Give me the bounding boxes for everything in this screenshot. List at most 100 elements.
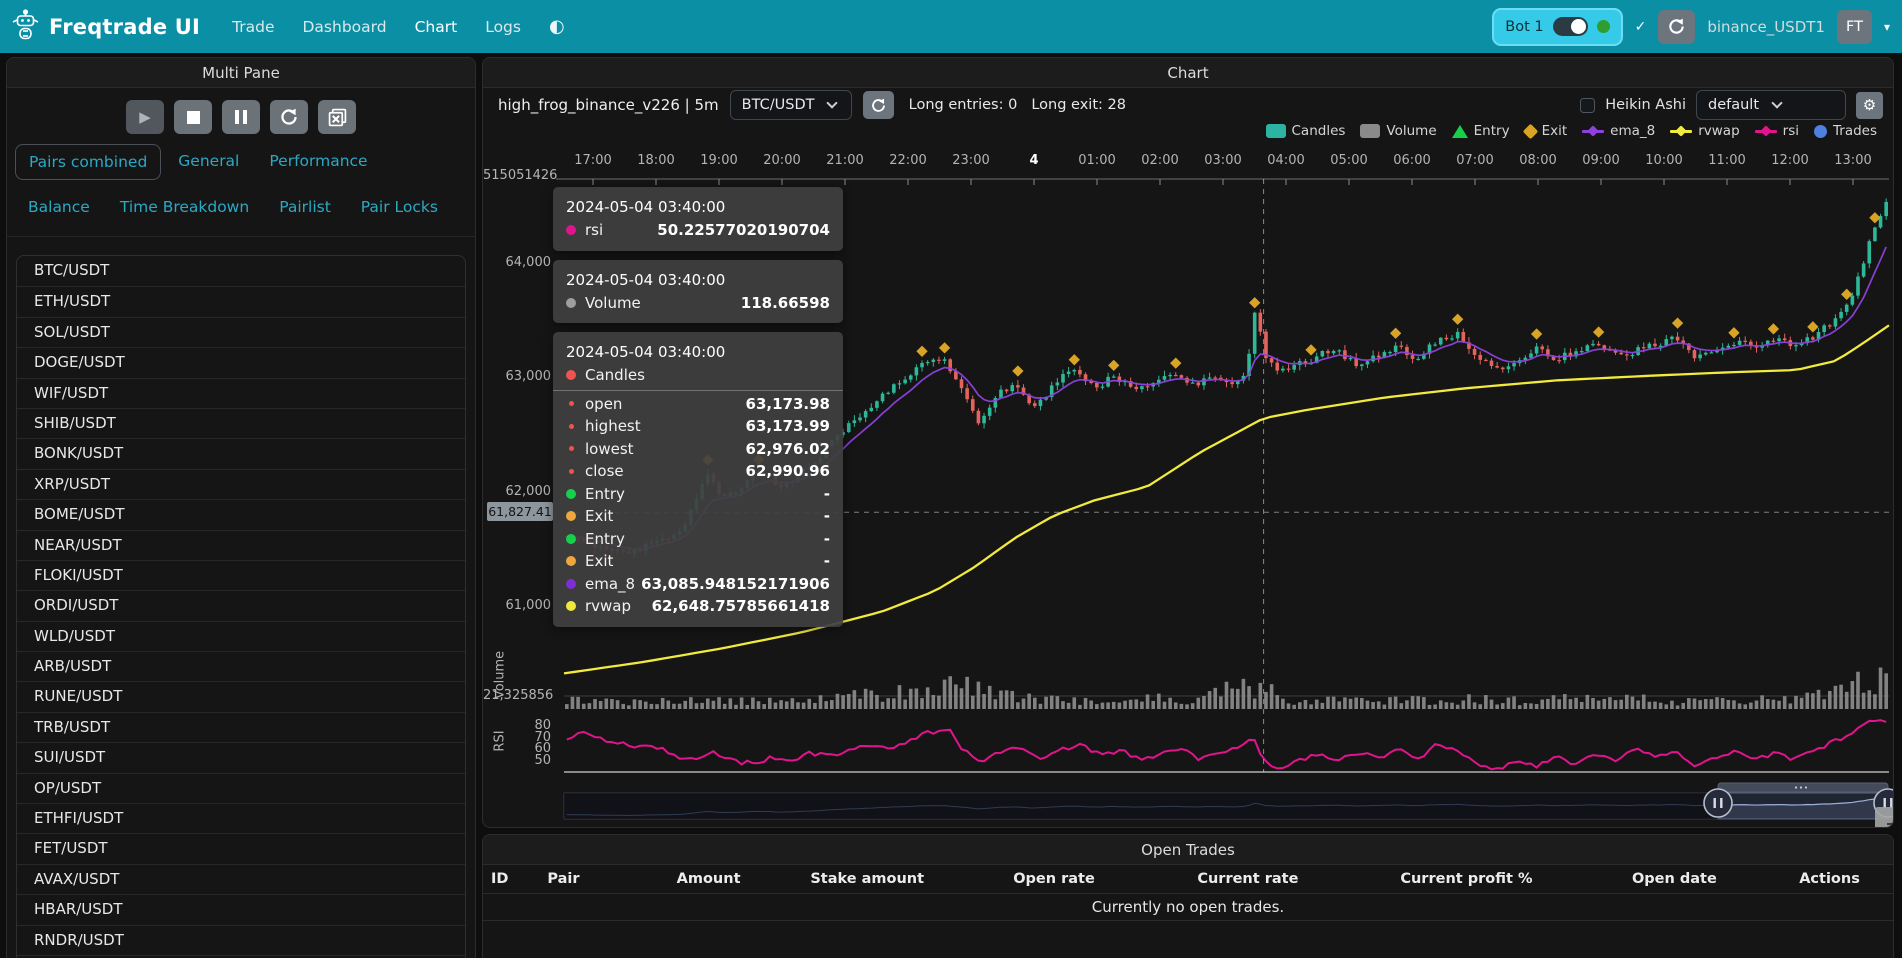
user-avatar[interactable]: FT — [1837, 10, 1872, 44]
bot-toggle[interactable] — [1553, 17, 1588, 36]
pair-row-sui[interactable]: SUI/USDT — [17, 742, 465, 772]
pair-row-ethfi[interactable]: ETHFI/USDT — [17, 803, 465, 833]
col-open-date: Open date — [1583, 865, 1766, 893]
account-name: binance_USDT1 — [1707, 18, 1825, 36]
pair-select[interactable]: BTC/USDT — [730, 90, 852, 120]
app-title: Freqtrade UI — [49, 15, 200, 39]
pair-row-ordi[interactable]: ORDI/USDT — [17, 590, 465, 620]
stop-button[interactable] — [174, 100, 212, 134]
tooltip-value: 118.66598 — [741, 294, 830, 312]
tooltip-label: ema_8 — [585, 575, 635, 593]
legend-candles[interactable]: Candles — [1266, 123, 1346, 139]
rvwap-line-icon — [1670, 124, 1692, 138]
x-tick-2200: 22:00 — [889, 153, 926, 168]
legend-trades[interactable]: Trades — [1814, 123, 1877, 139]
pair-row-fet[interactable]: FET/USDT — [17, 833, 465, 863]
rsi-line-icon — [1755, 124, 1777, 138]
long-exits-count: Long exit: 28 — [1031, 97, 1126, 113]
clear-trades-button[interactable] — [318, 100, 356, 134]
tooltip-row: rsi50.22577020190704 — [566, 219, 830, 242]
rvwap-marker-icon — [566, 601, 576, 611]
candles-swatch-icon — [1266, 124, 1286, 138]
nav-links: Trade Dashboard Chart Logs — [232, 18, 521, 36]
tooltip-value: - — [824, 530, 830, 548]
pair-row-hbar[interactable]: HBAR/USDT — [17, 894, 465, 924]
legend-exit[interactable]: Exit — [1525, 123, 1568, 139]
pair-row-avax[interactable]: AVAX/USDT — [17, 864, 465, 894]
tooltip-value: 63,173.99 — [746, 417, 830, 435]
multi-pane-title: Multi Pane — [7, 58, 475, 88]
heikin-ashi-label: Heikin Ashi — [1605, 97, 1686, 113]
brand[interactable]: Freqtrade UI — [12, 9, 200, 44]
resize-handle[interactable] — [1875, 807, 1894, 828]
plot-settings-button[interactable]: ⚙ — [1856, 92, 1883, 119]
freqtrade-robot-logo-icon — [12, 9, 39, 44]
plot-config-select[interactable]: default — [1696, 90, 1846, 120]
nav-dashboard[interactable]: Dashboard — [303, 18, 387, 36]
tab-pairlist[interactable]: Pairlist — [266, 190, 344, 224]
open-trades-table: IDPairAmountStake amountOpen rateCurrent… — [483, 865, 1893, 893]
theme-toggle-icon[interactable]: ◐ — [549, 16, 565, 37]
x-tick-0200: 02:00 — [1141, 153, 1178, 168]
exit-marker-icon — [566, 511, 576, 521]
nav-trade[interactable]: Trade — [232, 18, 274, 36]
tab-time-breakdown[interactable]: Time Breakdown — [107, 190, 262, 224]
col-current-rate: Current rate — [1146, 865, 1350, 893]
nav-chart[interactable]: Chart — [415, 18, 458, 36]
price-chart-canvas[interactable]: 17:0018:0019:0020:0021:0022:0023:00401:0… — [483, 147, 1894, 828]
pair-row-bonk[interactable]: BONK/USDT — [17, 438, 465, 468]
bot-selector[interactable]: Bot 1 — [1492, 8, 1622, 46]
pair-row-floki[interactable]: FLOKI/USDT — [17, 560, 465, 590]
pairs-list: BTC/USDTETH/USDTSOL/USDTDOGE/USDTWIF/USD… — [16, 255, 466, 958]
chart-refresh-button[interactable] — [863, 91, 894, 119]
tooltip-row: highest63,173.99 — [566, 415, 830, 438]
price-tick: 64,000 — [483, 255, 551, 270]
pair-row-rndr[interactable]: RNDR/USDT — [17, 925, 465, 955]
tab-pair-locks[interactable]: Pair Locks — [348, 190, 451, 224]
long-entries-count: Long entries: 0 — [909, 97, 1018, 113]
tab-balance[interactable]: Balance — [15, 190, 103, 224]
col-actions: Actions — [1766, 865, 1893, 893]
x-tick-1000: 10:00 — [1645, 153, 1682, 168]
tab-general[interactable]: General — [165, 144, 252, 180]
pair-row-btc[interactable]: BTC/USDT — [17, 256, 465, 286]
pair-row-xrp[interactable]: XRP/USDT — [17, 469, 465, 499]
tooltip-label: close — [585, 462, 624, 480]
tab-performance[interactable]: Performance — [256, 144, 380, 180]
reload-config-button[interactable] — [270, 100, 308, 134]
pair-row-near[interactable]: NEAR/USDT — [17, 530, 465, 560]
strategy-label: high_frog_binance_v226 | 5m — [498, 96, 719, 114]
legend-volume[interactable]: Volume — [1360, 123, 1436, 139]
x-tick-1200: 12:00 — [1771, 153, 1808, 168]
tab-pairs-combined[interactable]: Pairs combined — [15, 144, 161, 180]
pair-row-wif[interactable]: WIF/USDT — [17, 378, 465, 408]
heikin-ashi-checkbox[interactable] — [1580, 98, 1595, 113]
legend-label: Trades — [1833, 123, 1877, 139]
pair-row-eth[interactable]: ETH/USDT — [17, 286, 465, 316]
pair-row-shib[interactable]: SHIB/USDT — [17, 408, 465, 438]
play-button[interactable]: ▶ — [126, 100, 164, 134]
pair-row-arb[interactable]: ARB/USDT — [17, 651, 465, 681]
legend-rsi[interactable]: rsi — [1755, 123, 1799, 139]
legend-label: Volume — [1386, 123, 1436, 139]
pair-row-doge[interactable]: DOGE/USDT — [17, 347, 465, 377]
pair-row-wld[interactable]: WLD/USDT — [17, 621, 465, 651]
tooltip-section: 2024-05-04 03:40:00Volume118.66598 — [553, 260, 843, 324]
user-menu-caret-icon[interactable]: ▾ — [1884, 20, 1890, 34]
rsi-marker-icon — [566, 225, 576, 235]
legend-entry[interactable]: Entry — [1452, 123, 1510, 139]
legend-rvwap[interactable]: rvwap — [1670, 123, 1739, 139]
nav-logs[interactable]: Logs — [485, 18, 521, 36]
col-open-rate: Open rate — [962, 865, 1145, 893]
pair-row-bome[interactable]: BOME/USDT — [17, 499, 465, 529]
volume-marker-icon — [566, 298, 576, 308]
pair-row-trb[interactable]: TRB/USDT — [17, 712, 465, 742]
pair-row-sol[interactable]: SOL/USDT — [17, 317, 465, 347]
global-refresh-button[interactable] — [1658, 10, 1695, 44]
col-pair: Pair — [539, 865, 645, 893]
pair-row-rune[interactable]: RUNE/USDT — [17, 681, 465, 711]
pause-button[interactable] — [222, 100, 260, 134]
pair-row-op[interactable]: OP/USDT — [17, 773, 465, 803]
legend-ema_8[interactable]: ema_8 — [1582, 123, 1655, 139]
price-tick: 63,000 — [483, 369, 551, 384]
